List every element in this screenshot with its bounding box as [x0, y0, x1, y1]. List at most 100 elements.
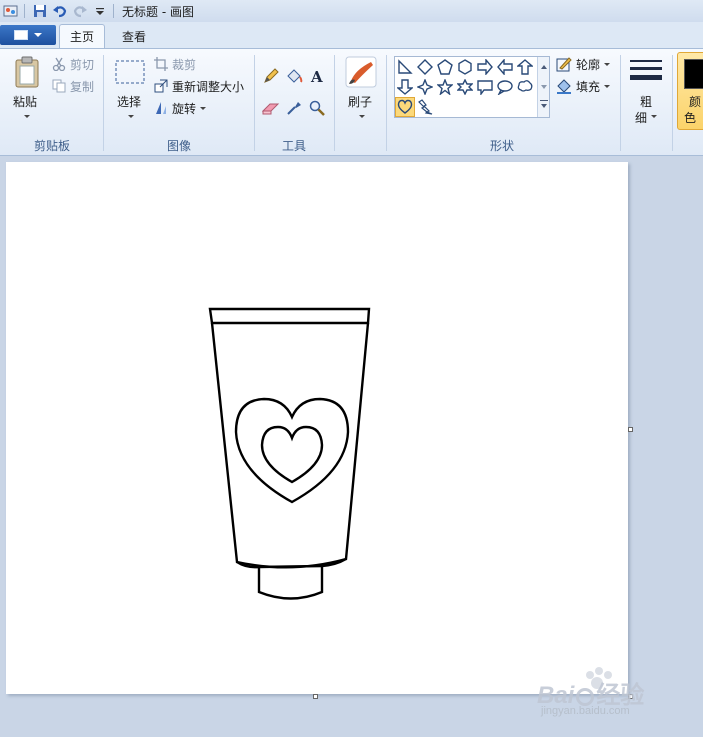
redo-icon[interactable]: [71, 2, 89, 20]
text-tool-icon[interactable]: A: [307, 66, 327, 86]
menu-doc-icon: [14, 30, 28, 40]
rect-callout-shape-icon[interactable]: [475, 77, 495, 97]
select-button[interactable]: 选择: [117, 93, 141, 110]
left-arrow-shape-icon[interactable]: [495, 57, 515, 77]
outline-label: 轮廓: [576, 57, 601, 72]
save-icon[interactable]: [31, 2, 49, 20]
title-bar: 无标题 - 画图: [0, 0, 703, 22]
pencil-icon[interactable]: [261, 66, 281, 86]
cut-button[interactable]: 剪切: [52, 54, 94, 74]
rotate-icon: [156, 102, 166, 114]
rotate-label: 旋转: [172, 101, 197, 116]
six-point-star-shape-icon[interactable]: [455, 77, 475, 97]
image-group-label: 图像: [167, 139, 192, 153]
color-label-top: 颜: [689, 95, 702, 109]
group-separator: [334, 55, 335, 151]
group-separator: [620, 55, 621, 151]
resize-icon: [154, 79, 168, 93]
brushes-dropdown-icon[interactable]: [359, 115, 365, 118]
selection-icon[interactable]: [114, 59, 146, 85]
paste-button[interactable]: 粘贴: [13, 93, 37, 110]
canvas-workspace[interactable]: [0, 157, 703, 737]
tab-view[interactable]: 查看: [112, 24, 156, 48]
crop-button[interactable]: 裁剪: [154, 54, 196, 74]
right-arrow-shape-icon[interactable]: [475, 57, 495, 77]
resize-label: 重新调整大小: [172, 79, 245, 94]
scissors-icon: [52, 57, 66, 71]
five-point-star-shape-icon[interactable]: [435, 77, 455, 97]
cut-label: 剪切: [70, 57, 95, 72]
fill-dropdown-icon: [604, 84, 611, 88]
chevron-down-icon: [34, 33, 42, 37]
canvas-resize-handle-right[interactable]: [628, 427, 633, 432]
fill-label: 填充: [576, 79, 601, 94]
customize-quick-access-icon[interactable]: [91, 2, 109, 20]
svg-text:A: A: [310, 68, 323, 84]
resize-button[interactable]: 重新调整大小: [154, 76, 244, 96]
ribbon-tab-row: 主页 查看: [0, 22, 703, 48]
right-triangle-shape-icon[interactable]: [395, 57, 415, 77]
canvas-resize-handle-bottom[interactable]: [313, 694, 318, 699]
paint-app-icon[interactable]: [2, 2, 20, 20]
cloud-callout-shape-icon[interactable]: [515, 77, 535, 97]
fill-bucket-icon[interactable]: [284, 66, 304, 86]
app-menu-button[interactable]: [0, 25, 56, 45]
group-separator: [103, 55, 104, 151]
clipboard-group-label: 剪贴板: [34, 139, 71, 153]
line-size-icon[interactable]: [628, 57, 664, 87]
color-picker-icon[interactable]: [284, 98, 304, 118]
undo-icon[interactable]: [51, 2, 69, 20]
fill-button[interactable]: 填充: [556, 76, 611, 96]
titlebar-separator: [24, 4, 25, 18]
lightning-shape-icon[interactable]: [415, 97, 435, 117]
ribbon-home: 粘贴 剪切 复制 剪贴板 选择 裁剪 重新调整大小 旋转 图像 A 工具 刷子 …: [0, 48, 703, 156]
brushes-button[interactable]: 刷子: [348, 93, 372, 110]
group-separator: [254, 55, 255, 151]
paste-icon[interactable]: [12, 55, 42, 89]
crop-label: 裁剪: [172, 57, 197, 72]
tools-group-label: 工具: [282, 139, 307, 153]
diamond-shape-icon[interactable]: [415, 57, 435, 77]
four-point-star-shape-icon[interactable]: [415, 77, 435, 97]
color1-button[interactable]: 颜 色: [677, 52, 703, 130]
down-arrow-shape-icon[interactable]: [395, 77, 415, 97]
size-label-bottom[interactable]: 细: [635, 109, 647, 126]
heart-shape-icon[interactable]: [395, 97, 415, 117]
group-separator: [386, 55, 387, 151]
hexagon-shape-icon[interactable]: [455, 57, 475, 77]
titlebar-separator: [113, 4, 114, 18]
tube-body: [210, 322, 370, 569]
oval-callout-shape-icon[interactable]: [495, 77, 515, 97]
size-label-top[interactable]: 粗: [640, 93, 652, 110]
color-label-bottom: 色: [684, 111, 697, 125]
outline-button[interactable]: 轮廓: [556, 54, 611, 74]
drawing-canvas[interactable]: [6, 162, 628, 694]
copy-icon: [52, 79, 66, 93]
brush-icon[interactable]: [344, 55, 378, 89]
rotate-button[interactable]: 旋转: [154, 98, 207, 118]
tube-top-rim: [208, 307, 371, 325]
copy-button[interactable]: 复制: [52, 76, 94, 96]
watermark-url: jingyan.baidu.com: [541, 705, 630, 717]
inner-heart: [260, 425, 324, 484]
magnifier-icon[interactable]: [307, 98, 327, 118]
eraser-icon[interactable]: [261, 98, 281, 118]
window-title: 无标题 - 画图: [122, 4, 194, 19]
group-separator: [672, 55, 673, 151]
shapes-group-label: 形状: [490, 139, 515, 153]
baidu-watermark: Bai 经验 jingyan.baidu.com: [537, 665, 677, 725]
tab-home[interactable]: 主页: [59, 24, 106, 48]
up-arrow-shape-icon[interactable]: [515, 57, 535, 77]
shapes-gallery: [394, 56, 550, 118]
select-dropdown-icon[interactable]: [128, 115, 134, 118]
paste-dropdown-icon[interactable]: [24, 115, 30, 118]
outline-icon: [556, 57, 572, 72]
size-dropdown-icon[interactable]: [651, 115, 657, 118]
current-color-swatch: [684, 59, 703, 89]
copy-label: 复制: [70, 79, 95, 94]
tube-cap: [257, 566, 324, 600]
outer-heart: [234, 397, 350, 504]
pentagon-shape-icon[interactable]: [435, 57, 455, 77]
rotate-dropdown-icon: [200, 106, 207, 110]
shapes-scrollbar[interactable]: [537, 57, 549, 117]
